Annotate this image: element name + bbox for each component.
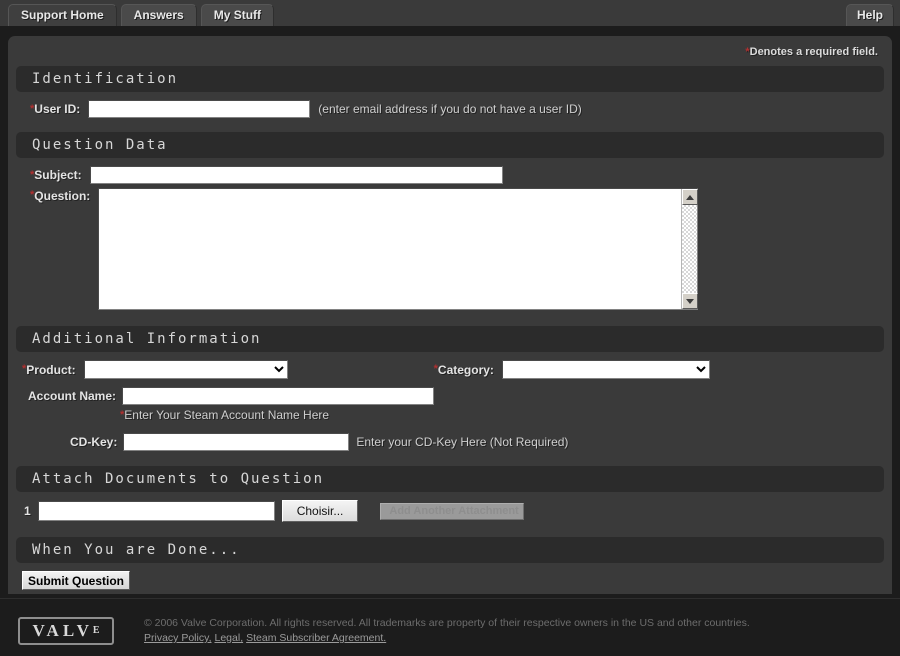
section-header-question-data: Question Data [16,132,884,158]
top-navigation-bar: Support Home Answers My Stuff Help [0,0,900,26]
attachment-row-number: 1 [24,504,31,518]
tab-help-label: Help [856,8,883,22]
submit-question-button[interactable]: Submit Question [22,571,130,590]
product-category-row: * Product: * Category: [16,358,884,381]
submit-row: Submit Question [16,569,884,592]
subject-label: Subject: [34,168,82,182]
footer-link-legal[interactable]: Legal, [215,632,244,644]
section-title-question-data: Question Data [32,137,168,153]
tab-support-home[interactable]: Support Home [8,4,117,26]
subject-row: * Subject: [16,164,884,186]
product-select[interactable] [83,360,288,379]
account-name-row: Account Name: [16,381,884,407]
nav-separator-strip [0,26,900,36]
question-row: * Question: [16,186,884,312]
question-textarea[interactable] [99,189,682,309]
user-id-hint: (enter email address if you do not have … [318,102,582,116]
account-name-hint-row: * Enter Your Steam Account Name Here [16,407,884,424]
attachment-browse-button[interactable]: Choisir... [281,500,359,522]
product-label: Product: [26,362,76,377]
page-footer: VALV E © 2006 Valve Corporation. All righ… [0,598,900,656]
question-textarea-scrollbar[interactable] [681,189,699,309]
required-field-note: *Denotes a required field. [16,42,884,64]
question-label: Question: [34,189,91,203]
attachment-row: 1 Choisir... Add Another Attachment [16,498,884,524]
user-id-label: User ID: [34,102,81,116]
category-label: Category: [437,362,494,377]
scroll-up-arrow-icon[interactable] [682,189,699,205]
section-header-additional-information: Additional Information [16,326,884,352]
tab-help[interactable]: Help [845,4,894,26]
section-header-when-you-are-done: When You are Done... [16,537,884,563]
user-id-input[interactable] [88,100,311,118]
footer-copyright: © 2006 Valve Corporation. All rights res… [144,617,750,629]
tab-my-stuff-label: My Stuff [213,8,262,22]
add-another-attachment-button: Add Another Attachment [380,502,525,520]
required-field-note-text: Denotes a required field. [749,46,878,58]
valve-logo-superscript: E [92,625,100,636]
tab-answers-label: Answers [133,8,184,22]
footer-links: Privacy Policy, Legal, Steam Subscriber Ag… [144,630,750,645]
section-title-when-you-are-done: When You are Done... [32,542,241,558]
section-header-attachments: Attach Documents to Question [16,466,884,492]
cd-key-row: CD-Key: Enter your CD-Key Here (Not Requ… [16,424,884,453]
section-title-identification: Identification [32,71,179,87]
support-form-panel: *Denotes a required field. Identificatio… [8,36,892,594]
tab-support-home-label: Support Home [21,8,104,22]
account-name-input[interactable] [122,387,435,405]
category-select[interactable] [501,360,710,379]
footer-link-steam-subscriber-agreement[interactable]: Steam Subscriber Agreement. [246,632,386,644]
tab-answers[interactable]: Answers [120,4,197,26]
account-name-label: Account Name: [28,389,117,403]
subject-input[interactable] [89,166,503,184]
footer-text-block: © 2006 Valve Corporation. All rights res… [144,616,750,645]
account-name-hint: Enter Your Steam Account Name Here [124,408,330,422]
valve-logo-text: VALV [32,620,93,640]
question-textarea-wrapper [98,188,699,310]
user-id-row: * User ID: (enter email address if you d… [16,98,884,120]
scroll-down-arrow-icon[interactable] [682,293,699,309]
cd-key-input[interactable] [123,433,350,451]
section-title-additional-information: Additional Information [32,331,262,347]
cd-key-label: CD-Key: [70,435,118,449]
cd-key-hint: Enter your CD-Key Here (Not Required) [356,435,569,449]
tab-my-stuff[interactable]: My Stuff [200,4,275,26]
footer-link-privacy-policy[interactable]: Privacy Policy, [144,632,212,644]
valve-logo: VALV E [18,616,114,645]
attachment-file-input[interactable] [37,501,275,521]
section-title-attachments: Attach Documents to Question [32,471,325,487]
section-header-identification: Identification [16,66,884,92]
